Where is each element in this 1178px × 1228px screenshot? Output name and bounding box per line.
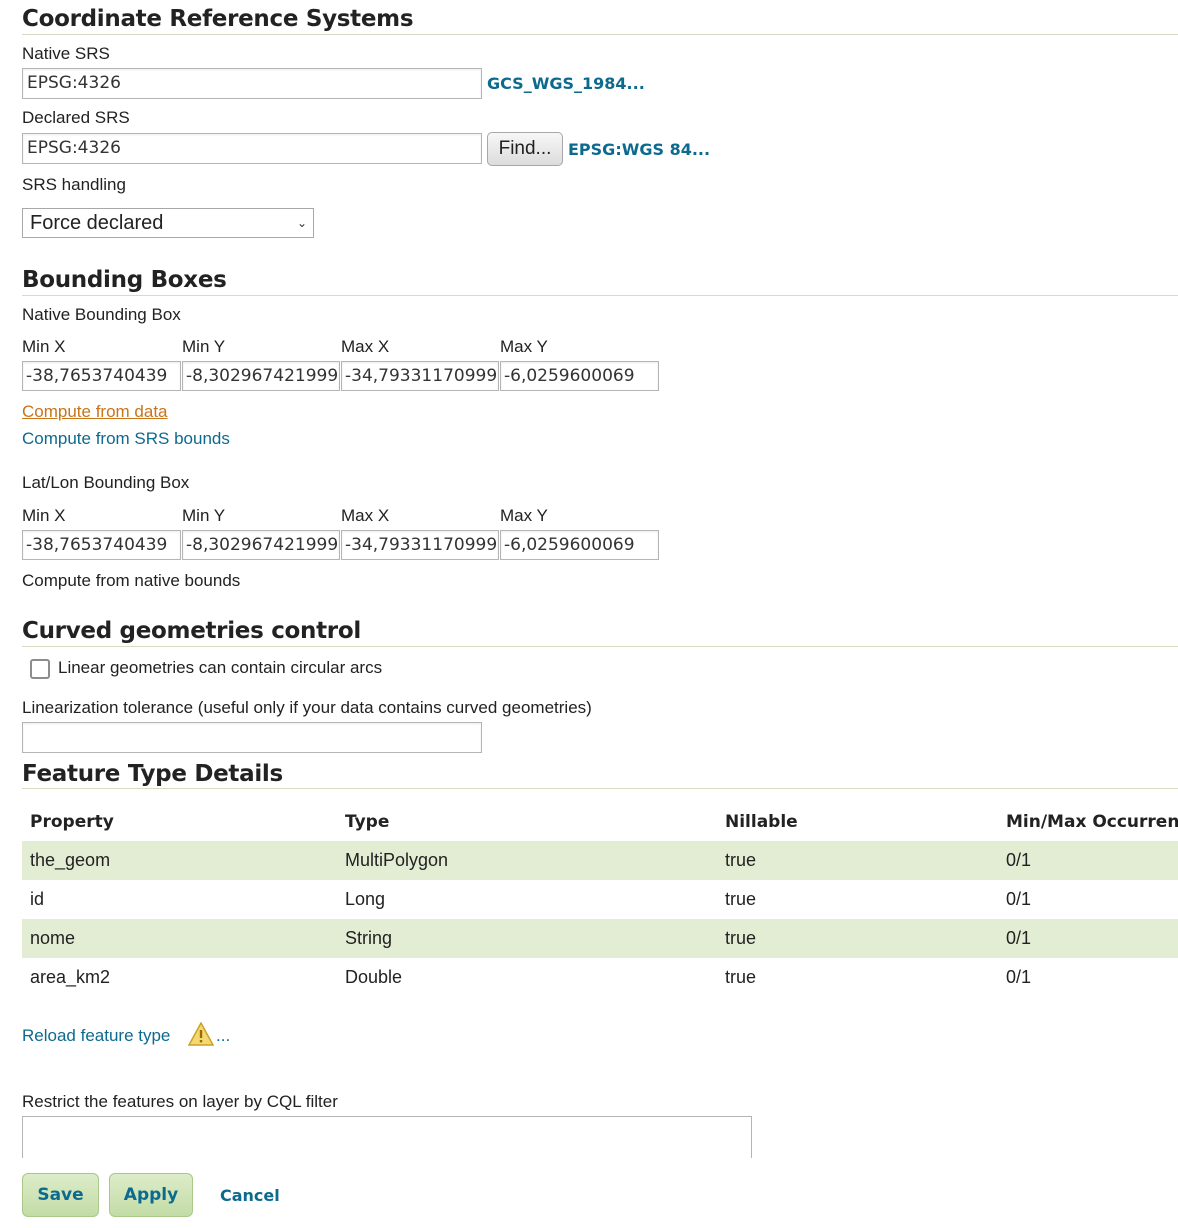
cancel-button[interactable]: Cancel (220, 1186, 280, 1205)
native-srs-link[interactable]: GCS_WGS_1984... (487, 74, 645, 93)
compute-from-data-link[interactable]: Compute from data (22, 402, 168, 422)
warning-icon (188, 1022, 214, 1046)
cell-nillable: true (725, 967, 757, 987)
latlon-maxx-label: Max X (341, 506, 390, 525)
latlon-minx-label: Min X (22, 506, 66, 525)
bbox-divider (22, 295, 1178, 296)
curved-heading: Curved geometries control (22, 618, 361, 644)
cell-type: Double (345, 967, 403, 987)
native-srs-label: Native SRS (22, 44, 110, 63)
cell-nillable: true (725, 889, 757, 909)
srs-handling-value: Force declared (30, 212, 164, 234)
latlon-maxx-input[interactable]: -34,79331170999 (341, 530, 499, 560)
native-maxx-label: Max X (341, 337, 390, 356)
feature-divider (22, 788, 1178, 789)
cell-nillable: true (717, 919, 998, 958)
srs-handling-select[interactable]: Force declared ⌄ (22, 208, 314, 238)
circular-arcs-label: Linear geometries can contain circular a… (58, 658, 383, 677)
native-srs-input[interactable]: EPSG:4326 (22, 68, 482, 99)
native-miny-label: Min Y (182, 337, 226, 356)
column-header-occurrences[interactable]: Min/Max Occurrences (998, 803, 1178, 841)
cell-occurrences: 0/1 (998, 919, 1178, 958)
native-minx-input[interactable]: -38,7653740439 (22, 361, 181, 391)
cell-property: nome (22, 919, 337, 958)
table-header-row: Property Type Nillable Min/Max Occurrenc… (22, 803, 1178, 841)
native-minx-label: Min X (22, 337, 66, 356)
reload-feature-type-link[interactable]: Reload feature type (22, 1026, 170, 1046)
chevron-down-icon: ⌄ (296, 216, 307, 230)
save-button[interactable]: Save (22, 1173, 99, 1217)
cell-property: the_geom (22, 841, 337, 880)
cql-filter-label: Restrict the features on layer by CQL fi… (22, 1092, 338, 1111)
cell-type: String (337, 919, 717, 958)
column-header-type[interactable]: Type (337, 803, 717, 841)
cell-type: Long (345, 889, 386, 909)
table-row: the_geom MultiPolygon true 0/1 (22, 841, 1178, 880)
column-header-property[interactable]: Property (22, 803, 337, 841)
declared-srs-link[interactable]: EPSG:WGS 84... (568, 140, 710, 159)
tolerance-label: Linearization tolerance (useful only if … (22, 698, 592, 717)
latlon-maxy-input[interactable]: -6,0259600069 (500, 530, 659, 560)
find-srs-button[interactable]: Find... (487, 132, 563, 166)
reload-suffix[interactable]: ... (216, 1026, 230, 1046)
cell-occurrences: 0/1 (998, 841, 1178, 880)
declared-srs-input[interactable]: EPSG:4326 (22, 133, 482, 164)
latlon-miny-input[interactable]: -8,3029674219992 (182, 530, 340, 560)
latlon-miny-label: Min Y (182, 506, 226, 525)
native-maxy-input[interactable]: -6,0259600069 (500, 361, 659, 391)
column-header-nillable[interactable]: Nillable (717, 803, 998, 841)
crs-divider (22, 34, 1178, 35)
declared-srs-label: Declared SRS (22, 108, 130, 127)
latlon-minx-input[interactable]: -38,7653740439 (22, 530, 181, 560)
cell-type: MultiPolygon (337, 841, 717, 880)
compute-from-srs-link[interactable]: Compute from SRS bounds (22, 429, 230, 449)
table-row: nome String true 0/1 (22, 919, 1178, 958)
cell-nillable: true (717, 841, 998, 880)
native-maxy-label: Max Y (500, 337, 548, 356)
compute-from-native-link[interactable]: Compute from native bounds (22, 571, 240, 591)
cell-property: area_km2 (30, 967, 111, 987)
cell-property: id (30, 889, 45, 909)
apply-button[interactable]: Apply (109, 1173, 193, 1217)
table-row: area_km2 Double true 0/1 (22, 958, 1178, 997)
native-bbox-label: Native Bounding Box (22, 305, 181, 324)
native-miny-input[interactable]: -8,3029674219992 (182, 361, 340, 391)
feature-type-table: Property Type Nillable Min/Max Occurrenc… (22, 803, 1178, 997)
tolerance-input[interactable] (22, 722, 482, 753)
crs-heading: Coordinate Reference Systems (22, 6, 414, 32)
srs-handling-label: SRS handling (22, 175, 126, 194)
cell-occurrences: 0/1 (1006, 967, 1032, 987)
latlon-maxy-label: Max Y (500, 506, 548, 525)
cql-filter-textarea[interactable] (22, 1116, 752, 1158)
bbox-heading: Bounding Boxes (22, 267, 227, 293)
curved-divider (22, 646, 1178, 647)
feature-heading: Feature Type Details (22, 761, 283, 787)
native-maxx-input[interactable]: -34,79331170999 (341, 361, 499, 391)
latlon-bbox-label: Lat/Lon Bounding Box (22, 473, 190, 492)
circular-arcs-checkbox[interactable] (30, 659, 50, 679)
table-row: id Long true 0/1 (22, 880, 1178, 919)
cell-occurrences: 0/1 (1006, 889, 1032, 909)
